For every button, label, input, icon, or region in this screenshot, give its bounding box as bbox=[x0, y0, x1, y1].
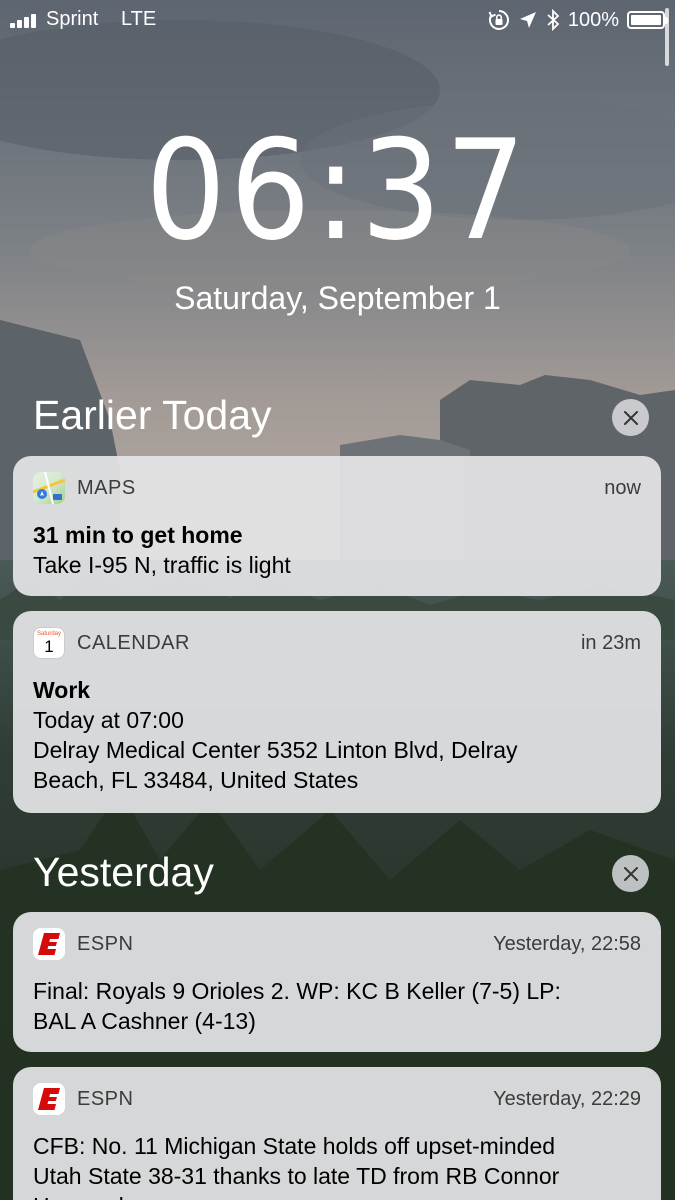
battery-percentage: 100% bbox=[567, 8, 619, 31]
network-type: LTE bbox=[121, 8, 157, 30]
notification-calendar[interactable]: Saturday 1 CALENDAR in 23m Work Today at… bbox=[13, 611, 661, 813]
notification-app-name: CALENDAR bbox=[77, 631, 190, 654]
bluetooth-icon bbox=[547, 9, 560, 31]
calendar-app-icon: Saturday 1 bbox=[33, 627, 65, 659]
notification-header: ESPN Yesterday, 22:29 bbox=[33, 1067, 641, 1131]
notification-body-line: Utah State 38-31 thanks to late TD from … bbox=[33, 1163, 560, 1189]
clear-yesterday-button[interactable] bbox=[612, 855, 649, 892]
close-icon bbox=[623, 410, 638, 425]
carrier-name: Sprint bbox=[46, 8, 99, 30]
notification-body-line: CFB: No. 11 Michigan State holds off ups… bbox=[33, 1133, 556, 1159]
notification-body-line: Final: Royals 9 Orioles 2. WP: KC B Kell… bbox=[33, 978, 561, 1004]
battery-level-fill bbox=[631, 15, 661, 25]
notification-maps[interactable]: MAPS now 31 min to get home Take I-95 N,… bbox=[13, 456, 661, 596]
clear-earlier-today-button[interactable] bbox=[612, 399, 649, 436]
espn-app-icon bbox=[33, 928, 65, 960]
notification-header: MAPS now bbox=[33, 456, 641, 520]
notification-espn[interactable]: ESPN Yesterday, 22:29 CFB: No. 11 Michig… bbox=[13, 1067, 661, 1200]
notification-espn[interactable]: ESPN Yesterday, 22:58 Final: Royals 9 Or… bbox=[13, 912, 661, 1052]
maps-app-icon bbox=[33, 472, 65, 504]
notification-app-name: ESPN bbox=[77, 1087, 134, 1110]
notification-title: Work bbox=[33, 677, 91, 703]
notification-body-line: Today at 07:00 bbox=[33, 707, 184, 733]
section-title-earlier-today: Earlier Today bbox=[33, 392, 272, 438]
notification-time: Yesterday, 22:29 bbox=[493, 1087, 641, 1110]
status-bar: Sprint LTE 100% bbox=[0, 0, 675, 66]
lock-screen-time: 06:37 bbox=[145, 110, 530, 271]
scroll-indicator bbox=[665, 8, 669, 66]
battery-icon bbox=[627, 11, 668, 29]
rotation-lock-icon bbox=[488, 10, 509, 30]
notification-body-line: Delray Medical Center 5352 Linton Blvd, … bbox=[33, 737, 518, 763]
notification-app-name: ESPN bbox=[77, 932, 134, 955]
notification-header: Saturday 1 CALENDAR in 23m bbox=[33, 611, 641, 675]
notification-app-name: MAPS bbox=[77, 476, 136, 499]
notification-title: 31 min to get home bbox=[33, 522, 243, 548]
notification-time: in 23m bbox=[580, 631, 641, 654]
signal-strength-icon bbox=[10, 12, 40, 28]
close-icon bbox=[623, 866, 638, 881]
location-arrow-icon bbox=[519, 12, 536, 28]
notification-time: now bbox=[604, 476, 641, 499]
notification-body-line: Heyward bbox=[33, 1191, 641, 1200]
notification-body-line: BAL A Cashner (4-13) bbox=[33, 1008, 256, 1034]
espn-app-icon bbox=[33, 1083, 65, 1115]
notification-header: ESPN Yesterday, 22:58 bbox=[33, 912, 641, 976]
lock-screen-date: Saturday, September 1 bbox=[174, 280, 501, 316]
notification-time: Yesterday, 22:58 bbox=[493, 932, 641, 955]
notification-body-line: Beach, FL 33484, United States bbox=[33, 767, 359, 793]
section-title-yesterday: Yesterday bbox=[33, 849, 214, 895]
notification-body-line: Take I-95 N, traffic is light bbox=[33, 552, 291, 578]
calendar-icon-date: 1 bbox=[44, 637, 54, 656]
